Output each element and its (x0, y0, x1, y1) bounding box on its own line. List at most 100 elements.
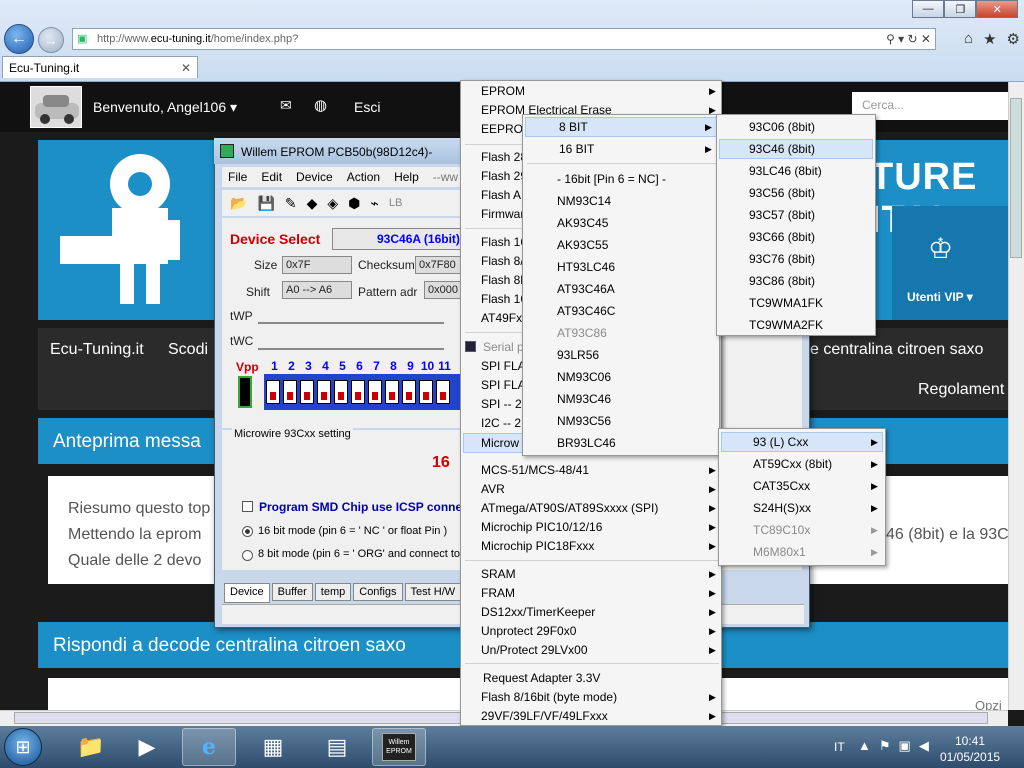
welcome-user-menu[interactable]: Benvenuto, Angel106 ▾ (93, 99, 237, 116)
tools-icon[interactable]: ⚙ (1007, 30, 1020, 48)
address-actions[interactable]: ⚲ ▾ ↻ ✕ (886, 32, 931, 46)
blank-check-icon[interactable]: ⌁ (370, 195, 378, 212)
dip-switch[interactable] (266, 380, 280, 404)
globe-icon[interactable]: ◍ (314, 96, 327, 114)
menu-item-cat35[interactable]: CAT35Cxx (753, 476, 810, 496)
menu-edit[interactable]: Edit (261, 170, 282, 184)
device-select-value[interactable]: 93C46A (16bit) (332, 228, 462, 250)
read-icon[interactable]: ⬢ (348, 195, 360, 212)
media-player-taskbar-icon[interactable]: ▶ (120, 728, 174, 766)
menu-item-chip[interactable]: NM93C06 (557, 367, 611, 387)
menu-item-unprotect-29lv[interactable]: Un/Protect 29LVx00 (481, 640, 588, 660)
menu-item-tc89[interactable]: TC89C10x (753, 520, 810, 540)
verify-icon[interactable]: ◈ (327, 195, 338, 212)
menu-item-flash16b[interactable]: Flash 16 (481, 289, 527, 309)
menu-device[interactable]: Device (296, 170, 333, 184)
menu-item-chip[interactable]: 93C66 (8bit) (749, 227, 815, 247)
breadcrumb-home[interactable]: Ecu-Tuning.it (50, 341, 144, 359)
explorer-taskbar-icon[interactable]: 📁 (64, 728, 118, 766)
tab-close-icon[interactable]: ✕ (181, 61, 191, 75)
menu-item-chip[interactable]: 93C86 (8bit) (749, 271, 815, 291)
menu-item-ds12xx[interactable]: DS12xx/TimerKeeper (481, 602, 595, 622)
favorites-icon[interactable]: ★ (983, 30, 996, 48)
dip-switch[interactable] (419, 380, 433, 404)
menu-extra[interactable]: --ww (433, 170, 458, 184)
menu-item-16bit-header[interactable]: - 16bit [Pin 6 = NC] - (557, 169, 666, 189)
menu-item-chip[interactable]: NM93C14 (557, 191, 611, 211)
messages-icon[interactable]: ✉ (280, 97, 292, 114)
menu-item-chip[interactable]: AT93C86 (557, 323, 607, 343)
radio-16bit[interactable] (242, 526, 253, 537)
menu-item-fram[interactable]: FRAM (481, 583, 515, 603)
icsp-checkbox[interactable] (242, 501, 253, 512)
twp-slider[interactable] (258, 310, 444, 324)
menu-item-chip[interactable]: 93LR56 (557, 345, 599, 365)
menu-item-flash-byte-mode[interactable]: Flash 8/16bit (byte mode) (481, 687, 617, 707)
menu-item-93lcxx[interactable]: 93 (L) Cxx (753, 432, 808, 452)
regolamento-link[interactable]: Regolament (918, 381, 1004, 399)
menu-item-chip[interactable]: NM93C56 (557, 411, 611, 431)
menu-item-flash-a[interactable]: Flash A (481, 185, 521, 205)
tab-test-hw[interactable]: Test H/W (404, 583, 462, 601)
dip-switch[interactable] (368, 380, 382, 404)
menu-item-atmega[interactable]: ATmega/AT90S/AT89Sxxxx (SPI) (481, 498, 658, 518)
menu-action[interactable]: Action (347, 170, 380, 184)
menu-item-i2c[interactable]: I2C -- 2 (481, 413, 521, 433)
internet-explorer-taskbar-icon[interactable]: e (182, 728, 236, 766)
menu-item-unprotect-29f[interactable]: Unprotect 29F0x0 (481, 621, 576, 641)
menu-item-16bit[interactable]: 16 BIT (559, 139, 594, 159)
dip-switch[interactable] (300, 380, 314, 404)
menu-item-flash16[interactable]: Flash 16 (481, 232, 527, 252)
tab-device[interactable]: Device (224, 583, 270, 603)
user-avatar[interactable] (30, 86, 82, 128)
dip-switch[interactable] (334, 380, 348, 404)
menu-item-mcs51[interactable]: MCS-51/MCS-48/41 (481, 460, 589, 480)
menu-item-chip[interactable]: AK93C45 (557, 213, 608, 233)
vertical-scroll-thumb[interactable] (1010, 98, 1022, 258)
clock-time[interactable]: 10:41 (955, 734, 985, 748)
menu-item-chip[interactable]: TC9WMA1FK (749, 293, 823, 313)
close-button[interactable]: ✕ (976, 0, 1018, 18)
network-icon[interactable]: ▣ (899, 738, 911, 754)
menu-item-chip[interactable]: 93C57 (8bit) (749, 205, 815, 225)
dip-switch[interactable] (317, 380, 331, 404)
menu-item-s24h[interactable]: S24H(S)xx (753, 498, 811, 518)
menu-item-chip[interactable]: BR93LC46 (557, 433, 616, 453)
menu-item-flash28[interactable]: Flash 28 (481, 147, 527, 167)
menu-item-chip[interactable]: TC9WMA2FK (749, 315, 823, 335)
dip-switch[interactable] (385, 380, 399, 404)
menu-item-chip[interactable]: 93C56 (8bit) (749, 183, 815, 203)
menu-item-chip[interactable]: 93C06 (8bit) (749, 117, 815, 137)
minimize-button[interactable]: — (912, 0, 945, 18)
lb-button[interactable]: LB (389, 197, 402, 209)
restore-button[interactable]: ❐ (944, 0, 977, 18)
twc-slider[interactable] (258, 336, 444, 350)
menu-item-serial[interactable]: Serial p (483, 337, 524, 357)
breadcrumb-section[interactable]: Scodi (168, 341, 208, 359)
menu-item-avr[interactable]: AVR (481, 479, 505, 499)
menu-item-m6m80[interactable]: M6M80x1 (753, 542, 806, 562)
browser-tab[interactable]: Ecu-Tuning.it ✕ (2, 56, 198, 78)
tab-buffer[interactable]: Buffer (271, 583, 313, 601)
menu-item-flash8[interactable]: Flash 8/ (481, 251, 524, 271)
clock-date[interactable]: 01/05/2015 (940, 750, 1000, 764)
home-icon[interactable]: ⌂ (964, 30, 973, 48)
menu-item-at49[interactable]: AT49Fx (481, 308, 522, 328)
calculator-taskbar-icon[interactable]: ▤ (310, 728, 364, 766)
menu-help[interactable]: Help (394, 170, 419, 184)
radio-8bit[interactable] (242, 550, 253, 561)
tab-temp[interactable]: temp (314, 583, 352, 601)
forward-button[interactable]: → (38, 27, 64, 53)
menu-item-pic10[interactable]: Microchip PIC10/12/16 (481, 517, 602, 537)
menu-item-flash8b[interactable]: Flash 8b (481, 270, 527, 290)
address-bar[interactable]: ▣ http://www.ecu-tuning.it/home/index.ph… (72, 28, 936, 50)
menu-item-chip[interactable]: 93LC46 (8bit) (749, 161, 822, 181)
menu-item-chip[interactable]: AT93C46A (557, 279, 615, 299)
logout-link[interactable]: Esci (354, 99, 380, 115)
program-icon[interactable]: ◆ (307, 195, 318, 212)
sticky-notes-taskbar-icon[interactable]: ▦ (246, 728, 300, 766)
menu-item-flash29[interactable]: Flash 29 (481, 166, 527, 186)
tab-configs[interactable]: Configs (353, 583, 403, 601)
menu-item-chip[interactable]: AK93C55 (557, 235, 608, 255)
start-button[interactable]: ⊞ (4, 728, 42, 766)
